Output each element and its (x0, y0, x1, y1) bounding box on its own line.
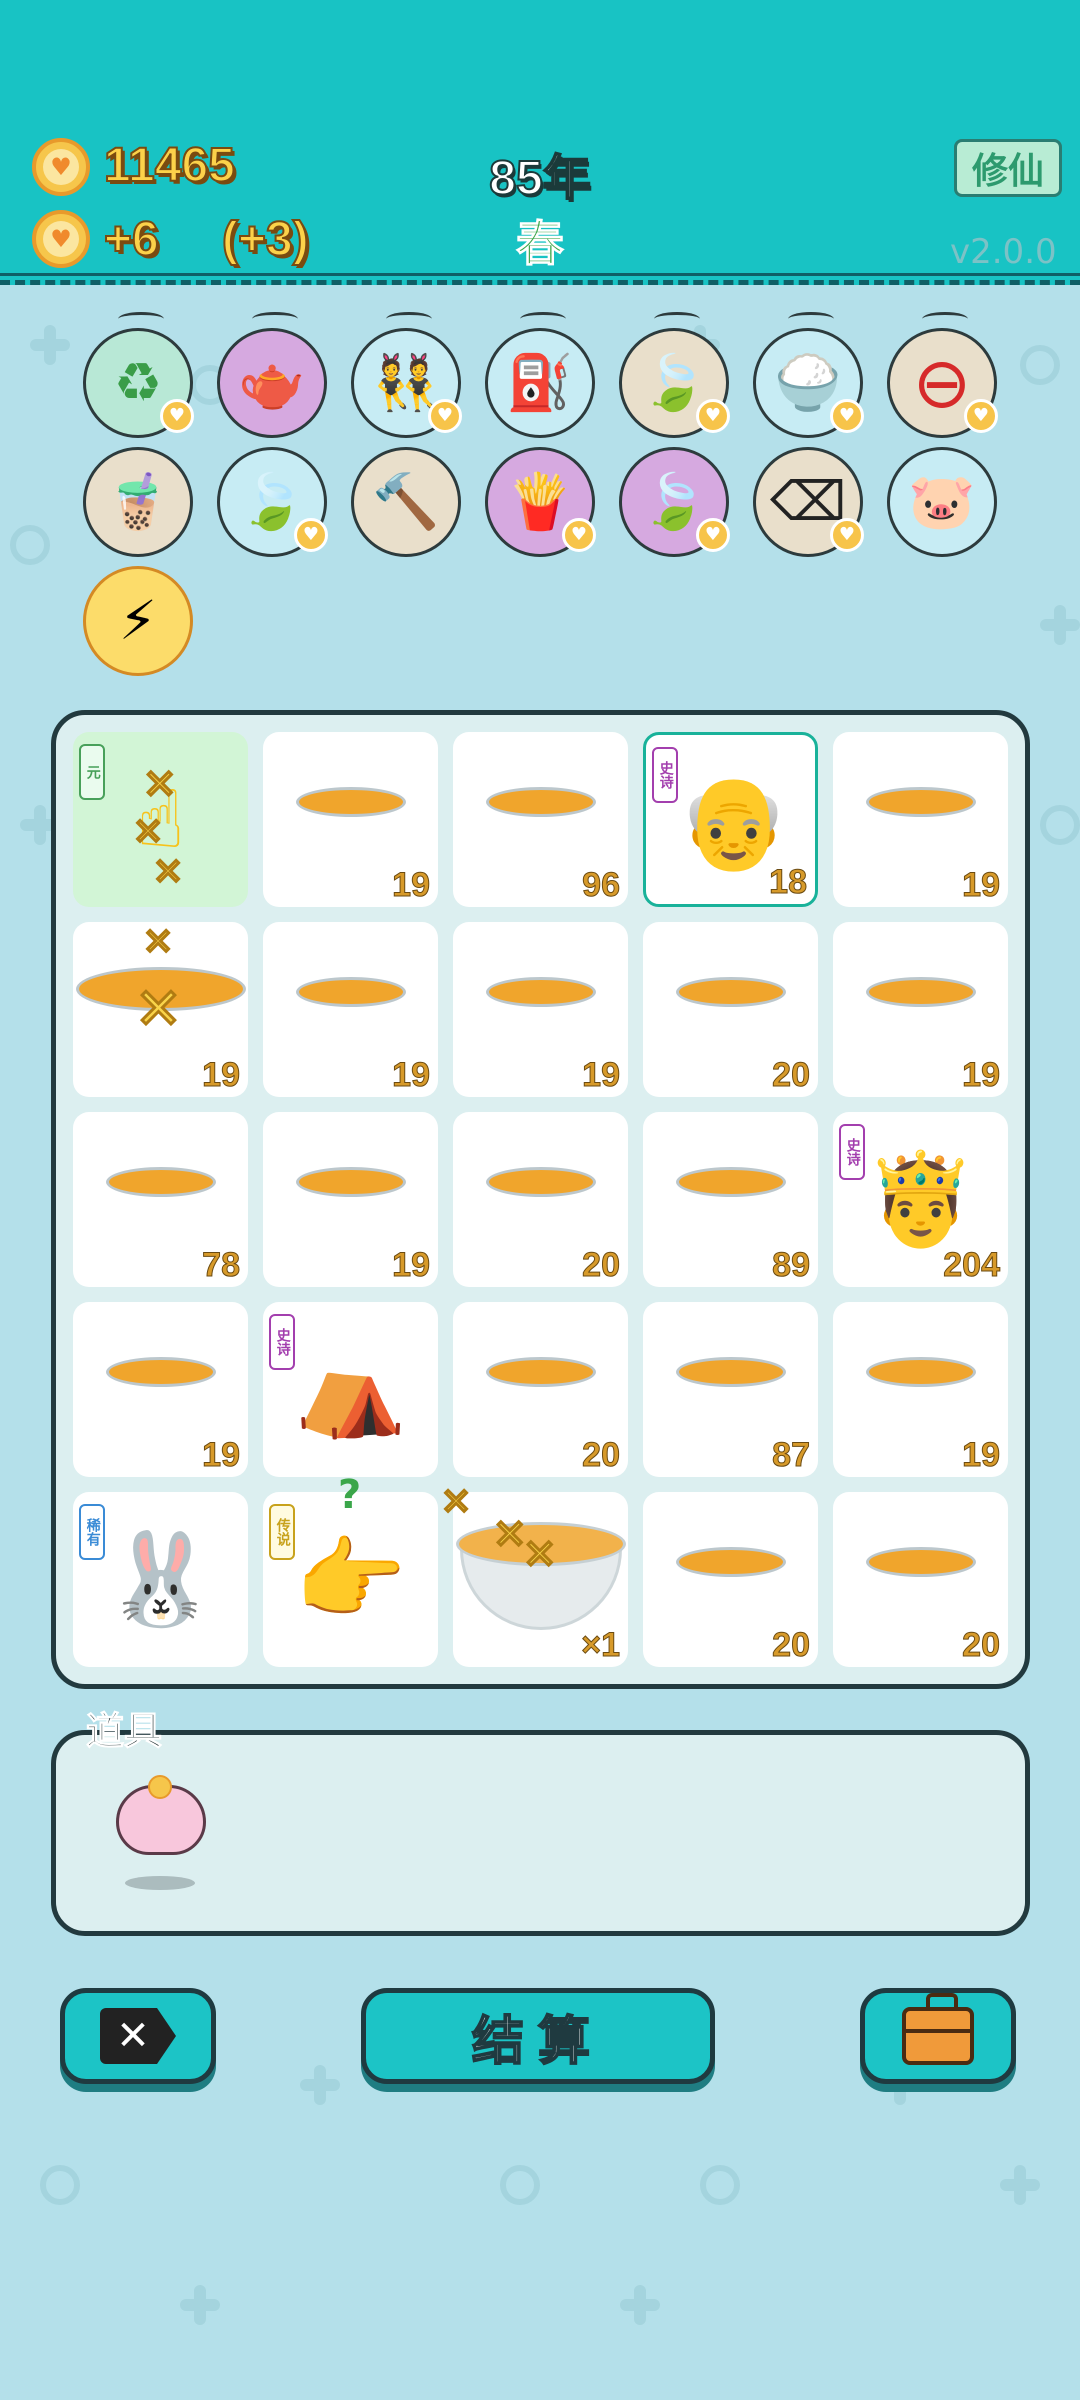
delete-tag-icon: ✕ (100, 2008, 176, 2064)
board-cell-bowl[interactable]: 20 (643, 922, 818, 1097)
cell-count: 19 (962, 1056, 1001, 1095)
bowl-icon (486, 977, 596, 1057)
cell-count: 89 (772, 1246, 811, 1285)
cultivation-mode-button[interactable]: 修仙 (954, 139, 1062, 197)
version-label: v2.0.0 (950, 232, 1057, 272)
board-cell-bowl[interactable]: 78 (73, 1112, 248, 1287)
leaf-icon[interactable]: 🍃 ♥ (217, 447, 328, 557)
season-label: 春 (515, 218, 564, 272)
board-cell-bowl[interactable]: 20 (453, 1112, 628, 1287)
cell-count: 87 (772, 1436, 811, 1475)
cell-count: 19 (202, 1056, 241, 1095)
bowl-icon (676, 977, 786, 1057)
year-label: 85年 (488, 151, 591, 206)
coin-icon (148, 1775, 172, 1799)
pointing-hand-icon: 👉 (294, 1527, 407, 1632)
rabbit-house-icon: ⛺ (294, 1337, 407, 1442)
settle-label: 结算 (471, 2011, 604, 2073)
bowl-icon (296, 1167, 406, 1247)
rice-bowl-icon[interactable]: 🍚 ♥ (753, 312, 864, 438)
board-cell-bowl[interactable]: 19 (263, 1112, 438, 1287)
board-cell-bowl[interactable]: 20 (833, 1492, 1008, 1667)
bowl-icon (296, 977, 406, 1057)
fries-icon[interactable]: 🍟 ♥ (485, 447, 596, 557)
cell-count: 19 (962, 1436, 1001, 1475)
bag-button[interactable] (860, 1988, 1016, 2084)
hammer-icon[interactable]: 🔨 (351, 447, 461, 557)
board-cell-bowl[interactable]: 20 (453, 1302, 628, 1477)
bowl-icon (676, 1167, 786, 1247)
cell-count: 19 (202, 1436, 241, 1475)
cell-count: 20 (772, 1056, 811, 1095)
settle-button[interactable]: 结算 (361, 1988, 715, 2084)
board-cell-bowl[interactable]: 87 (643, 1302, 818, 1477)
board-cell-old-man[interactable]: 史诗 👴 18 (643, 732, 818, 907)
cell-count: 19 (392, 1246, 431, 1285)
cell-count: 19 (962, 866, 1001, 905)
cell-count: 18 (769, 863, 808, 902)
recycle-icon[interactable]: ♻ ♥ (83, 312, 194, 438)
board-cell-rabbit[interactable]: 稀有 🐰 (73, 1492, 248, 1667)
board-cell-king[interactable]: 史诗 🤴 204 (833, 1112, 1008, 1287)
pump-icon[interactable]: ⛽ (485, 312, 595, 438)
cell-count: 78 (202, 1246, 241, 1285)
board-cell-bowl[interactable]: 19 (833, 1302, 1008, 1477)
bowl-icon (866, 1357, 976, 1437)
cell-count: 20 (582, 1436, 621, 1475)
cell-count: 19 (392, 1056, 431, 1095)
x-mark-icon: ✕ (439, 1481, 472, 1525)
board-cell-bowl[interactable]: 19 (263, 732, 438, 907)
gravy-boat-icon[interactable]: 🫖 (217, 312, 327, 438)
board-cell-rabbit-house[interactable]: 史诗 ⛺ (263, 1302, 438, 1477)
board-cell-x-bowl[interactable]: ✕ ✕ ✕ ×1 (439, 1481, 628, 1667)
cell-count: ×1 (581, 1626, 621, 1665)
cell-count: 204 (943, 1246, 1001, 1285)
lightning-icon[interactable]: ⚡ (83, 566, 193, 676)
rabbit-icon: 🐰 (104, 1527, 217, 1632)
board-cell-bowl[interactable]: 96 (453, 732, 628, 907)
bowl-icon (866, 977, 976, 1057)
cell-count: 19 (582, 1056, 621, 1095)
piggy-bank-icon[interactable]: 🐷 (887, 447, 997, 557)
board-cell-bowl[interactable]: 19 (73, 1302, 248, 1477)
bowl-icon (676, 1547, 786, 1627)
bubble-tea-icon[interactable]: 🧋 (83, 447, 193, 557)
board-cell-bowl[interactable]: 89 (643, 1112, 818, 1287)
cell-count: 20 (772, 1626, 811, 1665)
board-cell-big-bowl[interactable]: ✕ ✕ 19 (73, 922, 248, 1097)
bowl-icon (296, 787, 406, 867)
bowl-icon (486, 1357, 596, 1437)
cell-count: 19 (392, 866, 431, 905)
twins-icon[interactable]: 👯 ♥ (351, 312, 462, 438)
cell-count: 96 (582, 866, 621, 905)
board-cell-bowl[interactable]: 19 (833, 732, 1008, 907)
cell-count: 20 (962, 1626, 1001, 1665)
game-board: 元 ☝ ✕ ✕ ✕ 19 96 史诗 👴 18 19 ✕ ✕ 19 19 19 … (51, 710, 1030, 1689)
cell-count: 20 (582, 1246, 621, 1285)
props-panel (51, 1730, 1030, 1936)
board-cell-bowl[interactable]: 19 (453, 922, 628, 1097)
leaf-icon[interactable]: 🍃 ♥ (619, 312, 730, 438)
bowl-icon (866, 1547, 976, 1627)
question-mark-icon: ? (338, 1472, 362, 1518)
briefcase-icon (902, 1993, 974, 2065)
delete-tag-icon[interactable]: ⌫ ♥ (753, 447, 864, 557)
bowl-icon (866, 787, 976, 867)
leaf-icon[interactable]: 🍃 ♥ (619, 447, 730, 557)
board-cell-pointing-hand[interactable]: 传说 👉 ? (263, 1472, 438, 1667)
top-status-bar: ♥ 11465 ♥ +6 (+3) 85年 春 修仙 v2.0.0 (0, 0, 1080, 285)
props-title: 道具 (85, 1709, 163, 1754)
minus-icon[interactable]: ⊖ ♥ (887, 312, 998, 438)
board-cell-bowl[interactable]: 19 (263, 922, 438, 1097)
bowl-icon (486, 787, 596, 867)
bowl-icon (486, 1167, 596, 1247)
board-cell-bowl[interactable]: 19 (833, 922, 1008, 1097)
delete-button[interactable]: ✕ (60, 1988, 216, 2084)
board-cell-hand[interactable]: 元 ☝ ✕ ✕ ✕ (73, 732, 248, 907)
bowl-icon (106, 1357, 216, 1437)
bowl-icon (676, 1357, 786, 1437)
board-cell-bowl[interactable]: 20 (643, 1492, 818, 1667)
bowl-icon (106, 1167, 216, 1247)
